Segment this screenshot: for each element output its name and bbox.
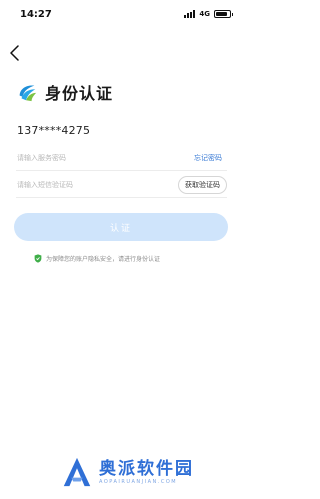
watermark-title: 奥派软件园 [99,459,194,479]
chevron-left-icon [9,45,19,61]
battery-icon [214,10,233,18]
sms-code-input[interactable] [16,180,146,189]
title-row: 身份认证 [16,80,113,104]
service-password-input[interactable] [16,153,146,162]
password-row: 忘记密码 [16,145,227,171]
watermark-logo-icon [63,457,91,487]
phone-number: 137****4275 [17,124,91,137]
signal-icon [184,10,196,18]
watermark-texts: 奥派软件园 AOPAIRUANJIAN.COM [99,459,194,485]
security-note: 为保障您的账户隐私安全，请进行身份认证 [34,254,160,263]
status-bar: 14:27 4G [0,0,243,28]
page-title: 身份认证 [45,84,114,103]
network-type: 4G [199,10,210,18]
watermark-subtitle: AOPAIRUANJIAN.COM [99,479,178,485]
get-code-button[interactable]: 获取验证码 [178,175,227,194]
security-note-text: 为保障您的账户隐私安全，请进行身份认证 [46,256,161,263]
status-indicators: 4G [184,10,233,18]
status-time: 14:27 [20,8,52,20]
china-mobile-logo-icon [19,85,37,102]
shield-icon [34,254,42,263]
confirm-button[interactable]: 认证 [14,213,228,241]
back-button[interactable] [4,42,24,64]
battery-level [216,12,228,16]
forgot-password-link[interactable]: 忘记密码 [194,153,222,163]
sms-row: 获取验证码 [16,172,227,198]
watermark: 奥派软件园 AOPAIRUANJIAN.COM [60,455,194,489]
